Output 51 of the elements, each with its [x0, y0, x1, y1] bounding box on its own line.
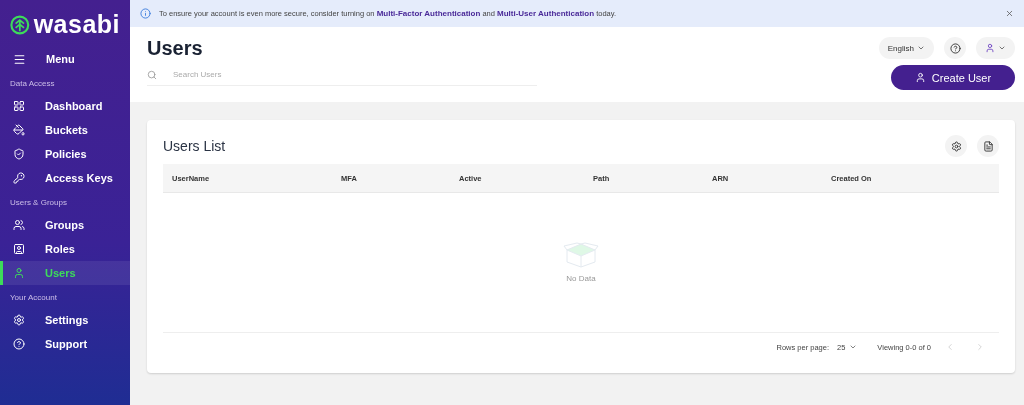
chevron-right-icon — [975, 342, 985, 352]
people-icon — [13, 219, 25, 231]
sidebar-item[interactable]: Roles — [0, 237, 130, 261]
page-title: Users — [147, 37, 204, 60]
key-icon — [13, 172, 25, 184]
chevron-left-icon — [945, 342, 955, 352]
banner-link[interactable]: Multi-Factor Authentication — [376, 9, 481, 18]
sidebar-item[interactable]: Support — [0, 332, 130, 356]
sidebar-item[interactable]: Buckets — [0, 118, 130, 142]
id-card-icon — [13, 243, 25, 255]
user-icon — [985, 43, 995, 53]
sidebar-item[interactable]: Users — [0, 261, 130, 285]
settings-icon — [950, 140, 962, 152]
caret-icon — [917, 44, 925, 52]
search-icon — [147, 69, 157, 80]
info-icon — [140, 8, 151, 19]
help-icon — [13, 338, 25, 350]
document-button[interactable] — [977, 135, 999, 157]
empty-message: No Data — [566, 274, 596, 283]
sidebar-item[interactable]: Policies — [0, 142, 130, 166]
banner-link[interactable]: Multi-User Authentication — [497, 9, 595, 18]
create-user-button[interactable]: Create User — [891, 65, 1015, 90]
settings-icon — [13, 314, 25, 326]
user-icon — [13, 267, 25, 279]
sidebar-item[interactable]: Groups — [0, 213, 130, 237]
help-button[interactable] — [944, 37, 966, 59]
sidebar-item[interactable]: Settings — [0, 308, 130, 332]
menu-toggle[interactable]: Menu — [0, 47, 130, 71]
search-field[interactable]: Search Users — [147, 64, 537, 86]
brand-name: wasabi — [33, 10, 120, 39]
section-heading: Users & Groups — [9, 197, 68, 209]
caret-icon — [998, 44, 1006, 52]
bucket-icon — [13, 124, 25, 136]
document-icon — [982, 140, 994, 152]
close-icon[interactable] — [1005, 9, 1014, 18]
language-select[interactable]: English — [878, 37, 934, 59]
help-icon — [949, 42, 961, 54]
card-title: Users List — [163, 138, 226, 154]
section-heading: Your Account — [9, 292, 58, 304]
empty-box-icon — [563, 242, 599, 268]
menu-icon[interactable] — [13, 52, 26, 66]
section-heading: Data Access — [9, 78, 56, 90]
sidebar-item[interactable]: Dashboard — [0, 94, 130, 118]
user-icon — [914, 72, 926, 83]
settings-button[interactable] — [945, 135, 967, 157]
sidebar-item[interactable]: Access Keys — [0, 166, 130, 190]
shield-icon — [13, 148, 25, 160]
account-menu[interactable] — [976, 37, 1015, 59]
grid-icon — [13, 100, 25, 112]
caret-icon — [849, 343, 858, 351]
search-input[interactable]: Search Users — [171, 69, 537, 80]
